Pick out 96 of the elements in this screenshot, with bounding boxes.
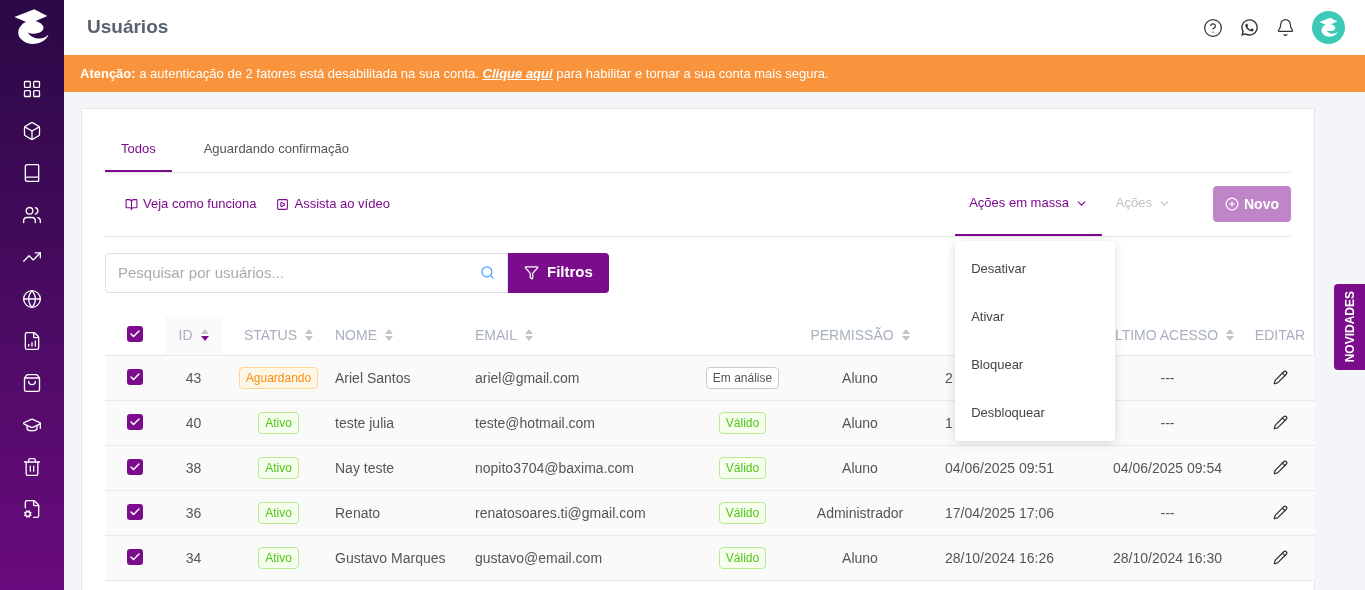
- search-icon[interactable]: [480, 264, 495, 280]
- table-cell: ---: [1160, 369, 1175, 386]
- file-gear-icon[interactable]: [22, 499, 42, 519]
- check-icon: [129, 370, 141, 383]
- news-tab[interactable]: NOVIDADES: [1334, 284, 1365, 370]
- table-cell: gustavo@email.com: [475, 549, 603, 566]
- table-cell: 04/06/2025 09:54: [1113, 459, 1222, 476]
- table-cell: 28/10/2024 16:26: [945, 549, 1054, 566]
- table-cell: 34: [185, 549, 202, 566]
- table-cell: teste julia: [335, 414, 395, 431]
- book-icon[interactable]: [22, 163, 42, 183]
- menu-item[interactable]: Bloquear: [955, 340, 1116, 389]
- table-cell: 04/06/2025 09:51: [945, 459, 1054, 476]
- pencil-icon: [1272, 549, 1288, 565]
- bag-icon[interactable]: [22, 373, 42, 393]
- pencil-icon: [1272, 414, 1288, 430]
- checkbox[interactable]: [127, 413, 143, 430]
- table-cell: 38: [185, 459, 202, 476]
- verification-badge: Válido: [718, 502, 767, 524]
- status-badge: Ativo: [258, 547, 299, 569]
- cube-icon[interactable]: [22, 121, 42, 141]
- table-cell: 17/04/2025 17:06: [945, 504, 1054, 521]
- plus-icon: [1225, 197, 1239, 211]
- table-cell: nopito3704@baxima.com: [475, 459, 634, 476]
- table-cell: ariel@gmail.com: [475, 369, 580, 386]
- filter-button[interactable]: Filtros: [508, 252, 609, 293]
- table-cell: ---: [1160, 414, 1175, 431]
- book-icon: [125, 197, 138, 211]
- menu-item[interactable]: Desbloquear: [955, 388, 1116, 437]
- column-header: NOME: [335, 325, 377, 345]
- filter-icon: [524, 265, 539, 280]
- column-header: EDITAR: [1254, 325, 1306, 345]
- banner-text: Atenção: a autenticação de 2 fatores está desabilitada na sua conta. Clique aqui para habilitar e tornar a sua conta mais segura.: [80, 64, 829, 83]
- tab[interactable]: Todos: [105, 139, 172, 172]
- table-cell: Aluno: [842, 459, 878, 476]
- table-cell: Aluno: [842, 414, 878, 431]
- play-icon: [276, 197, 290, 211]
- column-header: ID: [178, 325, 193, 345]
- notification-icon[interactable]: [1276, 18, 1295, 37]
- checkbox[interactable]: [127, 548, 143, 565]
- verification-badge: Em análise: [705, 367, 780, 389]
- pencil-icon: [1272, 459, 1288, 475]
- pencil-icon: [1272, 504, 1288, 520]
- table-cell: Ariel Santos: [335, 369, 411, 386]
- check-icon: [129, 415, 141, 428]
- check-icon: [129, 327, 141, 340]
- table-cell: Renato: [335, 504, 381, 521]
- table-cell: Aluno: [842, 549, 878, 566]
- help-link[interactable]: Veja como funciona: [125, 194, 257, 214]
- help-icon[interactable]: [1203, 17, 1223, 38]
- checkbox[interactable]: [127, 458, 143, 475]
- checkbox[interactable]: [127, 503, 143, 520]
- search-field[interactable]: Pesquisar por usuários...: [105, 252, 508, 293]
- chat-icon[interactable]: [1240, 18, 1259, 37]
- status-badge: Ativo: [258, 412, 299, 434]
- sort-icon[interactable]: [200, 329, 209, 342]
- column-header: LTIMO ACESSO: [1114, 325, 1219, 345]
- globe-icon[interactable]: [22, 289, 42, 309]
- table-cell: 2: [945, 369, 953, 386]
- table-cell: Aluno: [842, 369, 878, 386]
- trash-icon[interactable]: [22, 457, 42, 477]
- verification-badge: Válido: [718, 412, 767, 434]
- tab[interactable]: Aguardando confirmação: [187, 139, 365, 172]
- status-badge: Ativo: [258, 502, 299, 524]
- menu-item[interactable]: Desativar: [955, 244, 1116, 293]
- report-icon[interactable]: [22, 331, 42, 351]
- help-link[interactable]: Assista ao vídeo: [276, 194, 390, 214]
- users-icon[interactable]: [22, 205, 42, 225]
- check-icon: [129, 460, 141, 473]
- actions-dropdown[interactable]: Ações em massa: [955, 172, 1102, 236]
- table-cell: teste@hotmail.com: [475, 414, 596, 431]
- column-header: PERMISSÃO: [810, 325, 894, 345]
- table-cell: 36: [185, 504, 202, 521]
- menu-item[interactable]: Ativar: [955, 292, 1116, 341]
- checkbox[interactable]: [127, 368, 143, 385]
- pencil-icon: [1272, 369, 1288, 385]
- grid-icon[interactable]: [22, 79, 42, 99]
- table-cell: Gustavo Marques: [335, 549, 446, 566]
- page-title: Usuários: [87, 15, 169, 40]
- status-badge: Ativo: [258, 457, 299, 479]
- check-icon: [129, 550, 141, 563]
- verification-badge: Válido: [718, 547, 767, 569]
- status-badge: Aguardando: [238, 367, 319, 389]
- table-cell: 40: [185, 414, 202, 431]
- table-cell: 1: [945, 414, 953, 431]
- table-cell: ---: [1160, 504, 1175, 521]
- verification-badge: Válido: [718, 457, 767, 479]
- checkbox[interactable]: [127, 325, 143, 342]
- column-header: EMAIL: [475, 325, 517, 345]
- column-header: STATUS: [243, 325, 298, 345]
- table-cell: Nay teste: [335, 459, 395, 476]
- table-cell: Administrador: [816, 504, 904, 521]
- table-cell: 28/10/2024 16:30: [1113, 549, 1222, 566]
- check-icon: [129, 505, 141, 518]
- table-cell: renatosoares.ti@gmail.com: [475, 504, 646, 521]
- table-cell: 43: [185, 369, 202, 386]
